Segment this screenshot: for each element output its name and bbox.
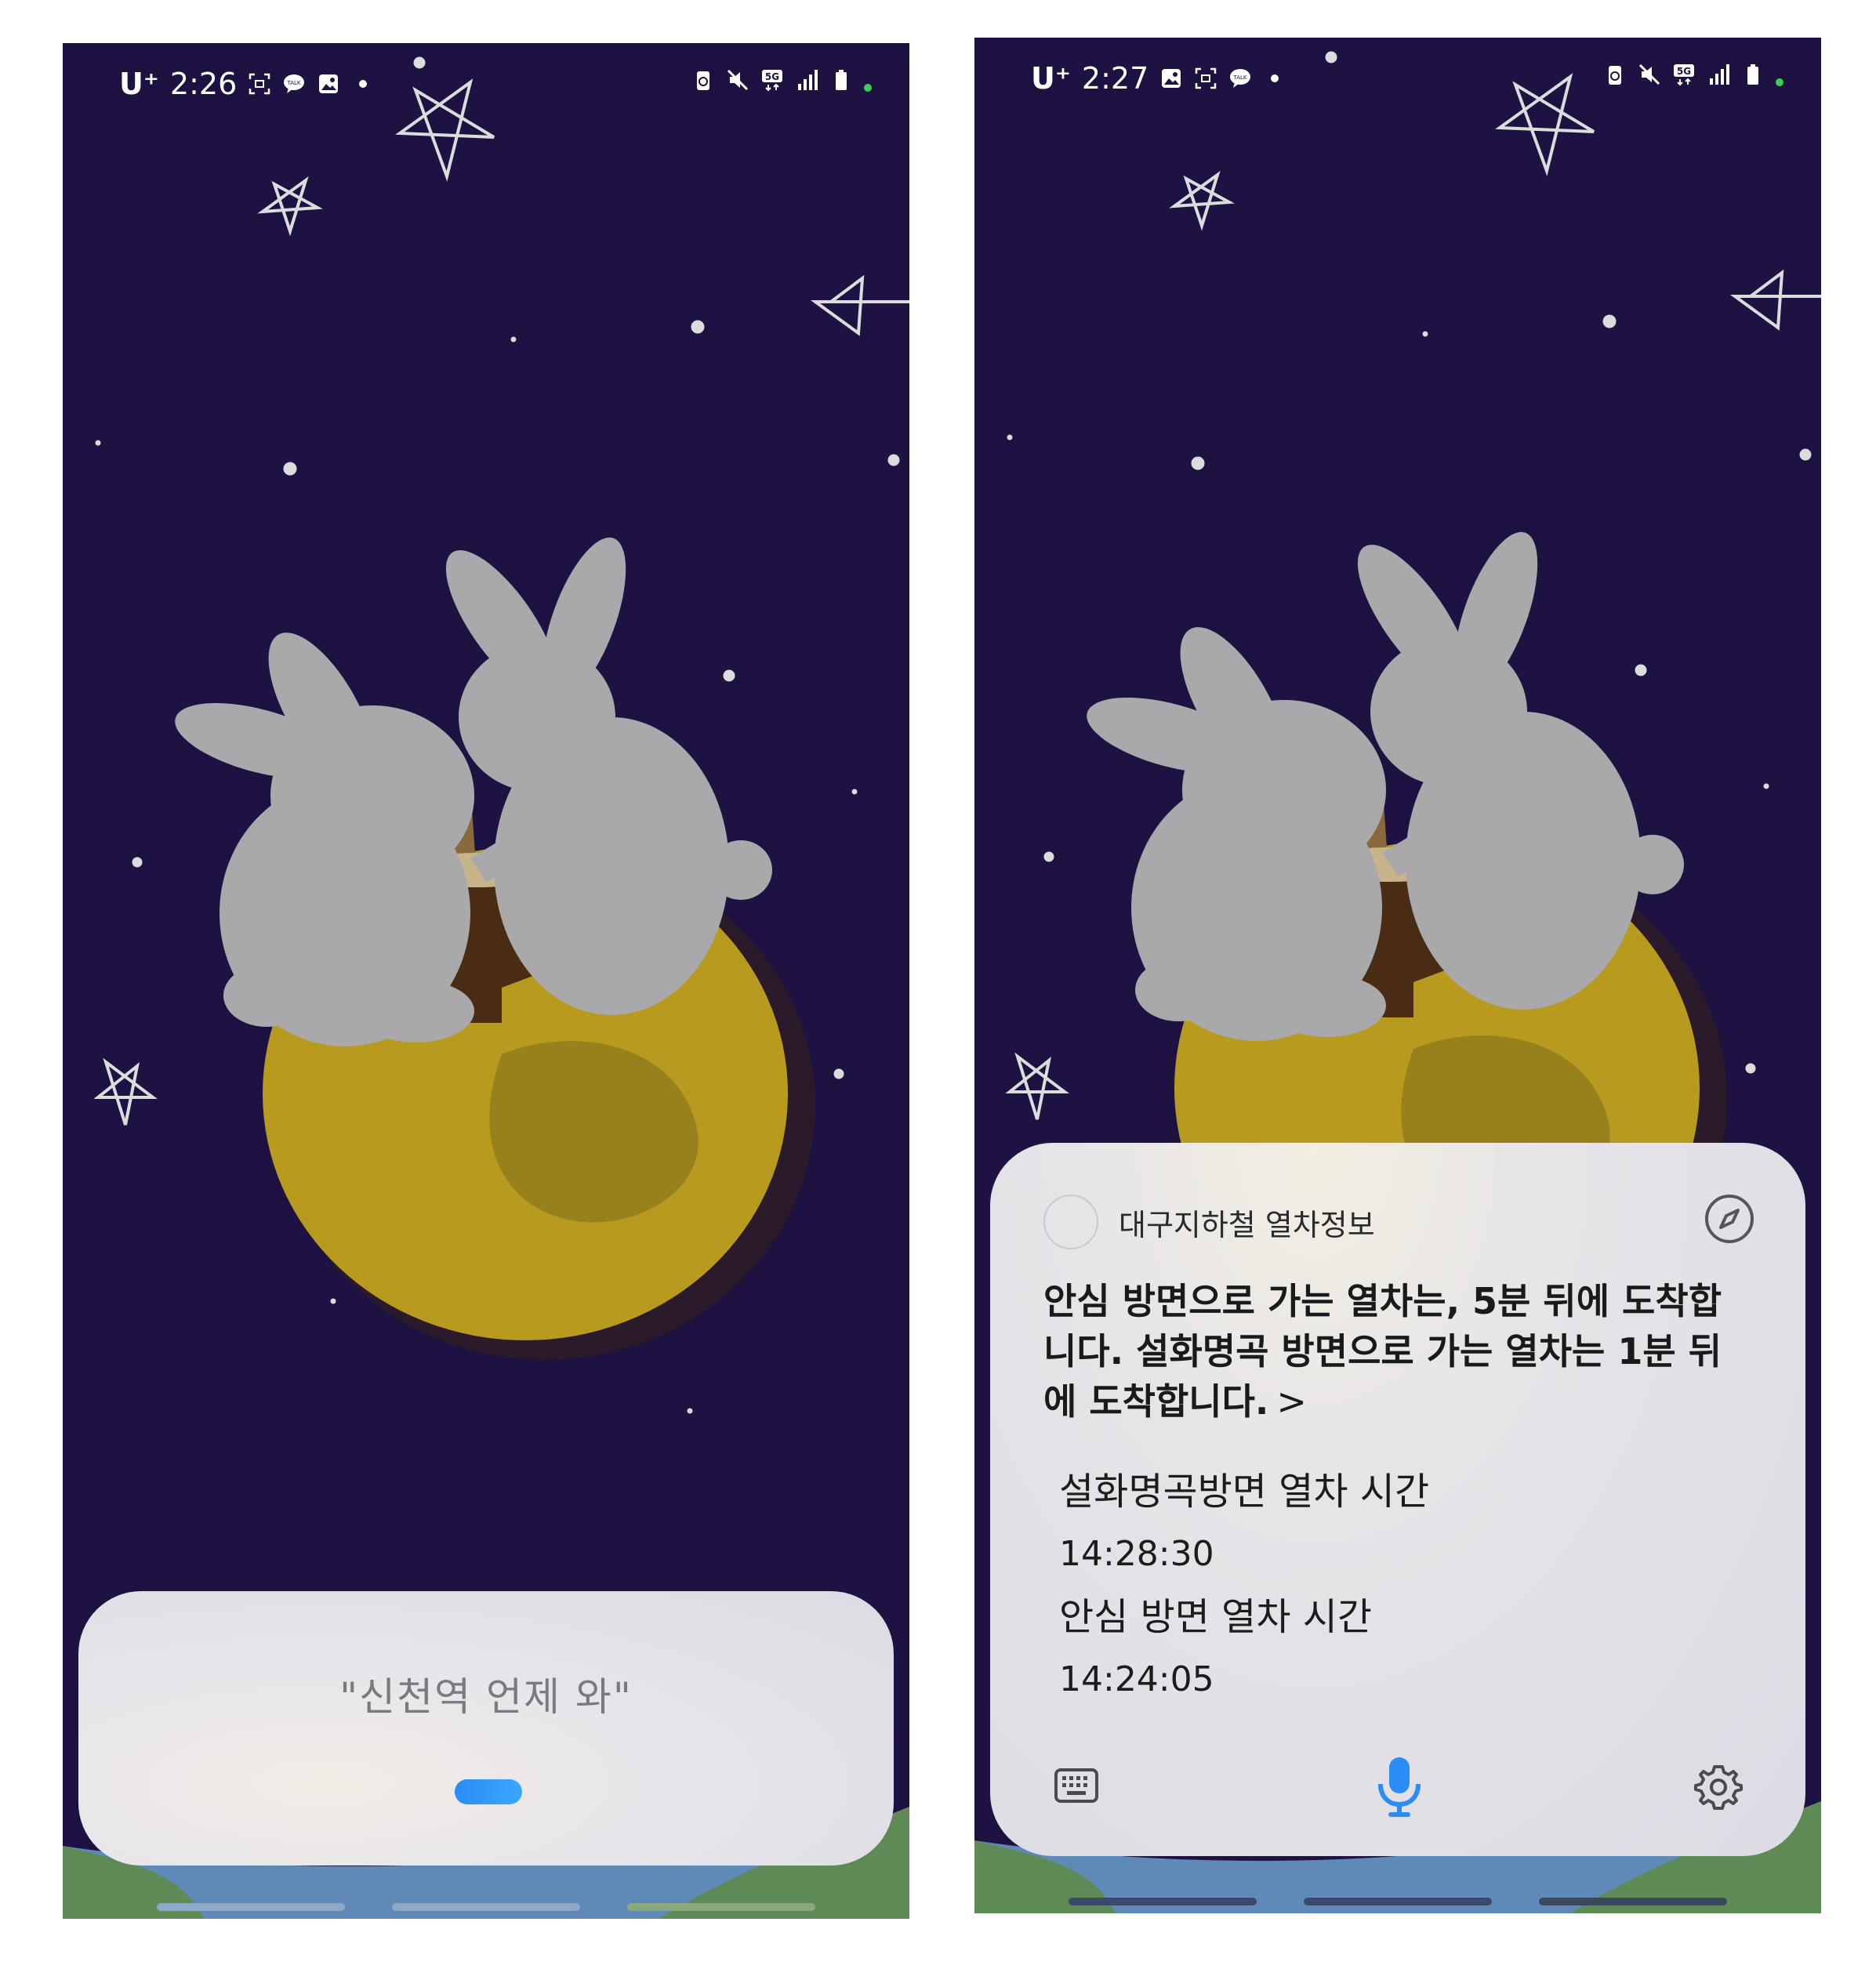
privacy-indicator-dot xyxy=(1776,78,1783,86)
battery-icon xyxy=(836,70,847,90)
navigation-bar xyxy=(974,1882,1821,1913)
svg-text:TALK: TALK xyxy=(287,80,301,86)
train-time-list: 설화명곡방면 열차 시간 14:28:30 안심 방면 열차 시간 14:24:… xyxy=(1059,1460,1733,1711)
battery-saver-icon xyxy=(1609,66,1621,85)
list-item-time: 14:24:05 xyxy=(1059,1659,1214,1699)
compass-icon[interactable] xyxy=(1704,1193,1755,1245)
notification-dot xyxy=(359,80,368,88)
voice-query-text: "신천역 언제 와" xyxy=(339,1674,633,1720)
nav-recents-button[interactable] xyxy=(157,1903,345,1911)
nav-back-button[interactable] xyxy=(1539,1898,1727,1905)
kakaotalk-icon: TALK xyxy=(284,74,305,93)
bixby-listening-card: "신천역 언제 와" xyxy=(78,1591,894,1866)
svg-text:TALK: TALK xyxy=(1233,74,1247,81)
list-item-label: 안심 방면 열차 시간 xyxy=(1059,1595,1373,1639)
clock: 2:26 xyxy=(169,67,238,101)
nav-home-button[interactable] xyxy=(1304,1898,1492,1905)
navigation-bar xyxy=(63,1887,909,1919)
nav-back-button[interactable] xyxy=(627,1903,815,1911)
5g-icon: 5G xyxy=(1674,64,1694,86)
screenshot-icon xyxy=(249,73,270,95)
status-bar: U⁺ 2:26 TALK 5G xyxy=(63,43,909,129)
chevron-right-icon[interactable]: > xyxy=(1276,1380,1307,1423)
svg-text:5G: 5G xyxy=(1677,66,1691,77)
screenshot-icon xyxy=(1196,67,1217,89)
5g-icon: 5G xyxy=(762,70,782,92)
carrier-label: U⁺ xyxy=(119,67,159,101)
notification-dot xyxy=(1271,74,1279,82)
privacy-indicator-dot xyxy=(864,84,872,92)
bixby-result-card: 대구지하철 열차정보 안심 방면으로 가는 열차는, 5분 뒤에 도착합니다. … xyxy=(990,1143,1805,1856)
list-item-time: 14:28:30 xyxy=(1059,1534,1214,1574)
bixby-toolbar xyxy=(990,1754,1805,1825)
battery-icon xyxy=(1747,64,1758,85)
nav-recents-button[interactable] xyxy=(1069,1898,1257,1905)
settings-icon[interactable] xyxy=(1694,1762,1743,1811)
list-item-label: 설화명곡방면 열차 시간 xyxy=(1059,1470,1430,1514)
svg-text:5G: 5G xyxy=(765,71,779,82)
phone-screen-left: U⁺ 2:26 TALK 5G "신천역 언제 와" xyxy=(63,43,909,1919)
nav-home-button[interactable] xyxy=(392,1903,580,1911)
keyboard-icon[interactable] xyxy=(1053,1762,1100,1809)
battery-saver-icon xyxy=(697,71,709,90)
app-icon xyxy=(1043,1195,1098,1249)
answer-text-block[interactable]: 안심 방면으로 가는 열차는, 5분 뒤에 도착합니다. 설화명곡 방면으로 가… xyxy=(1043,1276,1749,1427)
gallery-icon xyxy=(1162,69,1181,88)
app-name: 대구지하철 열차정보 xyxy=(1119,1207,1375,1242)
mute-icon xyxy=(1638,63,1660,85)
carrier-label: U⁺ xyxy=(1031,61,1071,96)
card-header: 대구지하철 열차정보 xyxy=(1043,1195,1375,1249)
signal-icon xyxy=(1710,64,1729,85)
mute-icon xyxy=(727,69,749,91)
microphone-icon[interactable] xyxy=(1374,1754,1424,1820)
answer-text: 안심 방면으로 가는 열차는, 5분 뒤에 도착합니다. 설화명곡 방면으로 가… xyxy=(1043,1280,1722,1423)
listening-indicator[interactable] xyxy=(455,1779,522,1804)
signal-icon xyxy=(798,70,818,90)
gallery-icon xyxy=(319,74,339,93)
status-bar: U⁺ 2:27 TALK 5G xyxy=(974,38,1821,124)
phone-screen-right: U⁺ 2:27 TALK 5G 대구지하철 열차정보 안심 방면으로 가는 열차… xyxy=(974,38,1821,1913)
clock: 2:27 xyxy=(1081,61,1149,96)
kakaotalk-icon: TALK xyxy=(1230,69,1251,88)
